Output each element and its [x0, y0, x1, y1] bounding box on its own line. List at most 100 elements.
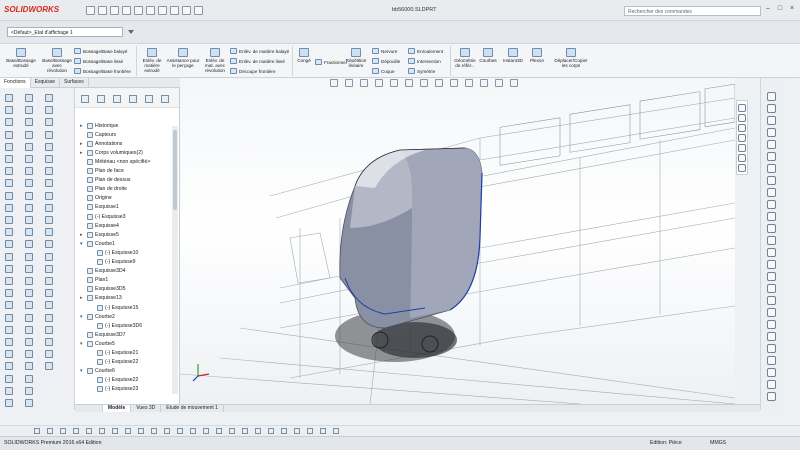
tree-item[interactable]: (-) Esquisse10	[90, 248, 138, 257]
hole-wizard-button[interactable]: Assistance pour le perçage	[166, 48, 200, 68]
toolbar-tool-icon[interactable]	[5, 386, 13, 395]
feature-manager-icon[interactable]	[97, 95, 105, 103]
apply-scene-icon[interactable]	[465, 79, 473, 87]
bottom-tool-icon[interactable]	[125, 428, 131, 434]
intersect-button[interactable]: Intersection	[408, 57, 443, 65]
boundary-boss-button[interactable]: Bossage/Base frontière	[74, 67, 131, 75]
toolbar-tool-icon[interactable]	[5, 374, 13, 383]
reference-geometry-button[interactable]: Géométrie de référ...	[453, 48, 477, 68]
configuration-select[interactable]: <Défaut>_Etat d'affichage 1	[7, 27, 123, 37]
display-style-icon[interactable]	[420, 79, 428, 87]
toolbar-tool-icon[interactable]	[45, 228, 53, 237]
appearance-icon[interactable]	[161, 95, 169, 103]
split-button[interactable]: Fractionner	[315, 58, 347, 66]
tree-item[interactable]: Esquisse3D5	[80, 285, 126, 294]
tree-item[interactable]: Esquisse3D7	[80, 330, 126, 339]
toolbar-tool-icon[interactable]	[25, 203, 33, 212]
sketch-tool-icon[interactable]	[767, 104, 776, 113]
sketch-tool-icon[interactable]	[767, 116, 776, 125]
view-orientation-icon[interactable]	[405, 79, 413, 87]
draft-button[interactable]: Dépouille	[372, 57, 400, 65]
toolbar-tool-icon[interactable]	[45, 313, 53, 322]
bottom-tool-icon[interactable]	[86, 428, 92, 434]
print-icon[interactable]	[134, 6, 143, 15]
toolbar-tool-icon[interactable]	[5, 167, 13, 176]
bottom-tool-icon[interactable]	[255, 428, 261, 434]
edit-appearance-icon[interactable]	[450, 79, 458, 87]
realview-icon[interactable]	[510, 79, 518, 87]
tree-item[interactable]: Plan de face	[80, 167, 124, 176]
close-icon[interactable]: ×	[788, 4, 796, 14]
dynamic-annotation-icon[interactable]	[390, 79, 398, 87]
toolbar-tool-icon[interactable]	[5, 338, 13, 346]
rebuild-icon[interactable]	[170, 6, 179, 15]
configuration-manager-icon[interactable]	[129, 95, 137, 103]
bottom-tool-icon[interactable]	[47, 428, 53, 434]
sketch-tool-icon[interactable]	[767, 92, 776, 101]
tab-surfaces[interactable]: Surfaces	[60, 78, 89, 88]
tab-sketch[interactable]: Esquisse	[31, 78, 60, 88]
bottom-tool-icon[interactable]	[73, 428, 79, 434]
tree-item[interactable]: ▸ Annotations	[80, 139, 122, 148]
sketch-tool-icon[interactable]	[767, 152, 776, 161]
tab-nav-arrows[interactable]	[75, 405, 103, 412]
options-gear-icon[interactable]	[194, 6, 203, 15]
toolbar-tool-icon[interactable]	[5, 301, 13, 310]
boundary-cut-button[interactable]: Découpe frontière	[230, 67, 289, 75]
toolbar-tool-icon[interactable]	[5, 155, 13, 163]
toolbar-tool-icon[interactable]	[45, 277, 53, 285]
bottom-tool-icon[interactable]	[216, 428, 222, 434]
sketch-tool-icon[interactable]	[767, 320, 776, 329]
toolbar-tool-icon[interactable]	[5, 277, 13, 285]
expand-toggle-icon[interactable]: ▸	[80, 295, 85, 301]
sketch-tool-icon[interactable]	[767, 380, 776, 389]
sketch-tool-icon[interactable]	[767, 260, 776, 269]
sketch-tool-icon[interactable]	[767, 176, 776, 185]
toolbar-tool-icon[interactable]	[45, 216, 53, 224]
filter-icon[interactable]	[81, 95, 89, 103]
bottom-tool-icon[interactable]	[99, 428, 105, 434]
sketch-tool-icon[interactable]	[767, 164, 776, 173]
minimize-icon[interactable]: –	[764, 4, 772, 14]
display-pane-icon[interactable]	[495, 79, 503, 87]
zoom-area-icon[interactable]	[345, 79, 353, 87]
expand-toggle-icon[interactable]: ▸	[80, 232, 85, 238]
bottom-tool-icon[interactable]	[294, 428, 300, 434]
tree-item[interactable]: Plan de droite	[80, 185, 127, 194]
tree-item[interactable]: (-) Esquisse9	[90, 258, 136, 267]
plexon-button[interactable]: Plexon	[528, 48, 546, 63]
toolbar-tool-icon[interactable]	[45, 325, 53, 334]
search-commands-input[interactable]: Rechercher des commandes	[624, 6, 761, 16]
graphics-viewport[interactable]	[180, 78, 735, 404]
tree-item[interactable]: ▾ Courbe1	[80, 239, 115, 248]
toolbar-tool-icon[interactable]	[25, 277, 33, 285]
toolbar-tool-icon[interactable]	[25, 252, 33, 261]
toolbar-tool-icon[interactable]	[25, 130, 33, 139]
sketch-tool-icon[interactable]	[767, 296, 776, 305]
hide-show-items-icon[interactable]	[435, 79, 443, 87]
toolbar-tool-icon[interactable]	[45, 167, 53, 176]
toolbar-tool-icon[interactable]	[5, 399, 13, 407]
tree-item[interactable]: ▸ Historique	[80, 121, 118, 130]
expand-toggle-icon[interactable]: ▾	[80, 368, 85, 374]
toolbar-tool-icon[interactable]	[5, 179, 13, 188]
toolbar-tool-icon[interactable]	[5, 252, 13, 261]
expand-toggle-icon[interactable]: ▾	[80, 241, 85, 247]
tree-item[interactable]: Esquisse1	[80, 203, 119, 212]
tree-item[interactable]: ▸ Esquisse13	[80, 294, 122, 303]
section-view-icon[interactable]	[375, 79, 383, 87]
sketch-tool-icon[interactable]	[767, 344, 776, 353]
toolbar-tool-icon[interactable]	[25, 289, 33, 298]
bottom-tool-icon[interactable]	[112, 428, 118, 434]
expand-toggle-icon[interactable]: ▸	[80, 150, 85, 156]
select-icon[interactable]	[158, 6, 167, 15]
task-pane-tab-icon[interactable]	[738, 164, 746, 172]
dim-xpert-icon[interactable]	[145, 95, 153, 103]
toolbar-tool-icon[interactable]	[25, 167, 33, 176]
bottom-tool-icon[interactable]	[268, 428, 274, 434]
toolbar-tool-icon[interactable]	[45, 240, 53, 249]
property-manager-icon[interactable]	[113, 95, 121, 103]
new-file-icon[interactable]	[98, 6, 107, 15]
toolbar-tool-icon[interactable]	[45, 203, 53, 212]
toolbar-tool-icon[interactable]	[25, 240, 33, 249]
